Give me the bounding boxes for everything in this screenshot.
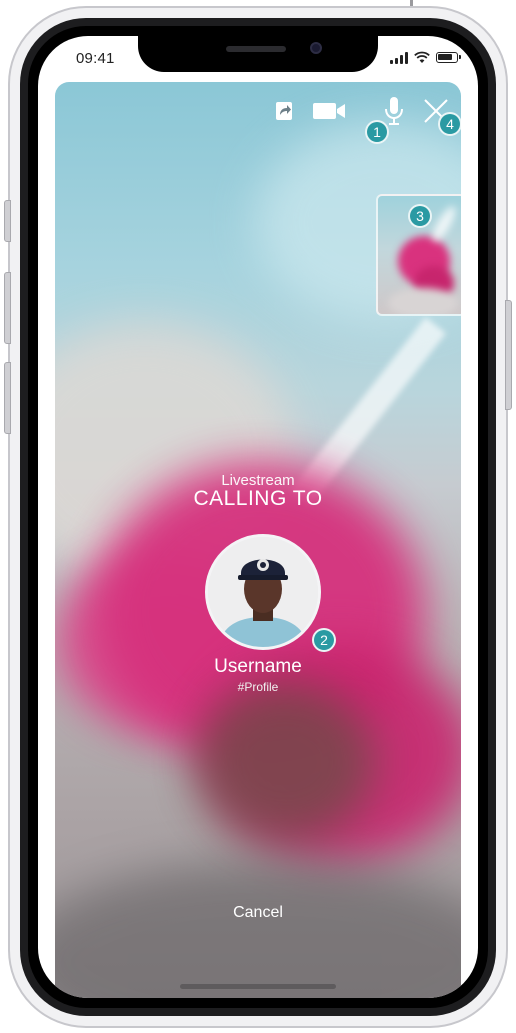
video-camera-icon	[313, 103, 345, 119]
annotation-marker-4: 4	[438, 112, 461, 136]
battery-icon	[436, 52, 461, 63]
calling-heading: CALLING TO	[193, 487, 323, 510]
volume-up-button	[4, 272, 11, 344]
avatar	[205, 534, 321, 650]
video-toggle-button[interactable]	[311, 92, 349, 130]
share-button[interactable]	[265, 92, 303, 130]
microphone-icon	[385, 97, 403, 125]
page: 09:41 1 2 3 4 Livestream CALLING TO User…	[0, 0, 516, 1033]
status-bar: 09:41	[38, 36, 478, 80]
phone-screen: 09:41 1 2 3 4 Livestream CALLING TO User…	[38, 36, 478, 998]
share-icon	[276, 102, 292, 120]
call-controls	[55, 82, 461, 142]
annotation-marker-2: 2	[312, 628, 336, 652]
home-indicator	[180, 984, 336, 989]
background-face	[195, 682, 375, 842]
wifi-icon	[414, 51, 430, 63]
speaker-grille	[226, 46, 286, 52]
front-camera	[310, 42, 322, 54]
background-bottom	[55, 862, 461, 998]
remote-video-view: 1 2 3 4 Livestream CALLING TO Username #…	[55, 82, 461, 998]
silent-switch	[4, 200, 11, 242]
battery-fill	[438, 54, 452, 60]
notch	[138, 36, 378, 72]
volume-down-button	[4, 362, 11, 434]
call-type-label: Livestream	[221, 472, 295, 489]
annotation-marker-3: 3	[408, 204, 432, 228]
power-button	[505, 300, 512, 410]
calling-header: Livestream CALLING TO	[55, 472, 461, 511]
signal-icon	[390, 52, 410, 64]
cancel-call-button[interactable]: Cancel	[218, 904, 298, 922]
callee-username: Username	[214, 656, 302, 677]
status-time: 09:41	[76, 50, 115, 67]
callee-profile-tag: #Profile	[237, 680, 279, 694]
avatar-portrait-icon	[208, 537, 318, 647]
annotation-marker-1: 1	[365, 120, 389, 144]
